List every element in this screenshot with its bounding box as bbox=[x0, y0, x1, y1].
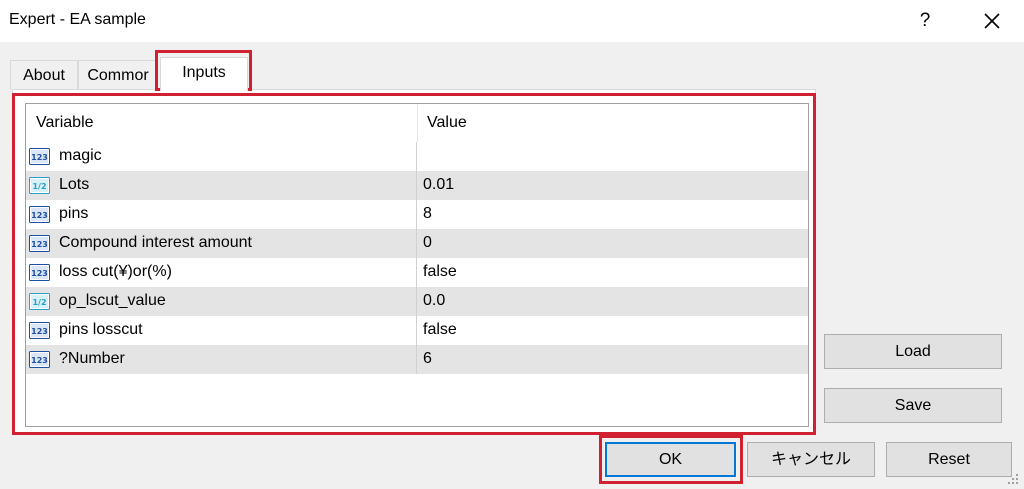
value-cell[interactable]: 0.01 bbox=[418, 171, 808, 200]
svg-text:123: 123 bbox=[31, 240, 48, 249]
variable-cell[interactable]: 123 magic bbox=[26, 142, 417, 171]
variable-name: op_lscut_value bbox=[59, 292, 166, 309]
resize-grip-icon[interactable] bbox=[1006, 472, 1020, 486]
table-row[interactable]: 123 ?Number 6 bbox=[26, 345, 808, 374]
variable-value: 0.01 bbox=[423, 176, 455, 193]
table-row[interactable]: 123 pins losscut false bbox=[26, 316, 808, 345]
variable-value: 0 bbox=[423, 234, 432, 251]
cancel-button-label: キャンセル bbox=[770, 451, 851, 468]
variable-name: loss cut(¥)or(%) bbox=[59, 263, 172, 280]
variable-cell[interactable]: 123 Compound interest amount bbox=[26, 229, 417, 258]
value-cell[interactable]: 0.0 bbox=[418, 287, 808, 316]
svg-text:123: 123 bbox=[31, 269, 48, 278]
svg-text:1/2: 1/2 bbox=[32, 182, 46, 191]
variable-cell[interactable]: 123 ?Number bbox=[26, 345, 417, 374]
value-cell[interactable]: false bbox=[418, 316, 808, 345]
variable-cell[interactable]: 123 loss cut(¥)or(%) bbox=[26, 258, 417, 287]
table-row[interactable]: 1/2 Lots 0.01 bbox=[26, 171, 808, 200]
svg-text:123: 123 bbox=[31, 153, 48, 162]
table-header: Variable Value bbox=[26, 104, 808, 142]
value-cell[interactable]: 8 bbox=[418, 200, 808, 229]
variable-name: Lots bbox=[59, 176, 90, 193]
variable-value: 0.0 bbox=[423, 292, 446, 309]
table-row[interactable]: 123 loss cut(¥)or(%) false bbox=[26, 258, 808, 287]
ok-button[interactable]: OK bbox=[605, 442, 736, 477]
ok-button-label: OK bbox=[658, 451, 683, 468]
header-value[interactable]: Value bbox=[427, 114, 467, 132]
inputs-table: Variable Value 123 magic 1/2 Lots 0.01 123 pin… bbox=[25, 103, 809, 427]
svg-text:1/2: 1/2 bbox=[32, 298, 46, 307]
variable-name: magic bbox=[59, 147, 102, 164]
value-cell[interactable]: 6 bbox=[418, 345, 808, 374]
integer-icon: 123 bbox=[29, 148, 50, 165]
reset-button[interactable]: Reset bbox=[886, 442, 1012, 477]
value-cell[interactable] bbox=[418, 142, 808, 171]
table-row[interactable]: 1/2 op_lscut_value 0.0 bbox=[26, 287, 808, 316]
variable-cell[interactable]: 123 pins losscut bbox=[26, 316, 417, 345]
variable-value: false bbox=[423, 263, 457, 280]
variable-name: pins bbox=[59, 205, 89, 222]
window-title: Expert - EA sample bbox=[9, 11, 146, 28]
tab-bar: About Commor Inputs bbox=[0, 57, 1024, 91]
double-icon: 1/2 bbox=[29, 293, 50, 310]
svg-text:123: 123 bbox=[31, 356, 48, 365]
help-button[interactable]: ? bbox=[906, 4, 944, 38]
header-variable[interactable]: Variable bbox=[36, 114, 94, 132]
value-cell[interactable]: 0 bbox=[418, 229, 808, 258]
variable-value: 8 bbox=[423, 205, 432, 222]
variable-cell[interactable]: 1/2 Lots bbox=[26, 171, 417, 200]
variable-value: 6 bbox=[423, 350, 432, 367]
value-cell[interactable]: false bbox=[418, 258, 808, 287]
variable-cell[interactable]: 1/2 op_lscut_value bbox=[26, 287, 417, 316]
title-bar: Expert - EA sample ? bbox=[0, 0, 1024, 42]
svg-text:123: 123 bbox=[31, 211, 48, 220]
close-icon bbox=[984, 13, 1000, 29]
table-row[interactable]: 123 pins 8 bbox=[26, 200, 808, 229]
integer-icon: 123 bbox=[29, 322, 50, 339]
integer-icon: 123 bbox=[29, 235, 50, 252]
save-button-label: Save bbox=[894, 397, 932, 414]
table-row[interactable]: 123 Compound interest amount 0 bbox=[26, 229, 808, 258]
load-button-label: Load bbox=[895, 343, 931, 360]
double-icon: 1/2 bbox=[29, 177, 50, 194]
variable-cell[interactable]: 123 pins bbox=[26, 200, 417, 229]
variable-name: pins losscut bbox=[59, 321, 143, 338]
variable-name: Compound interest amount bbox=[59, 234, 252, 251]
tab-about[interactable]: About bbox=[10, 60, 78, 90]
variable-value: false bbox=[423, 321, 457, 338]
close-button[interactable] bbox=[972, 4, 1012, 38]
save-button[interactable]: Save bbox=[824, 388, 1002, 423]
variable-name: ?Number bbox=[59, 350, 125, 367]
tab-common[interactable]: Commor bbox=[78, 60, 158, 90]
reset-button-label: Reset bbox=[928, 451, 970, 468]
header-divider[interactable] bbox=[417, 104, 418, 142]
integer-icon: 123 bbox=[29, 264, 50, 281]
integer-icon: 123 bbox=[29, 351, 50, 368]
cancel-button[interactable]: キャンセル bbox=[747, 442, 875, 477]
table-row[interactable]: 123 magic bbox=[26, 142, 808, 171]
load-button[interactable]: Load bbox=[824, 334, 1002, 369]
svg-text:123: 123 bbox=[31, 327, 48, 336]
tab-inputs[interactable]: Inputs bbox=[160, 57, 248, 91]
integer-icon: 123 bbox=[29, 206, 50, 223]
